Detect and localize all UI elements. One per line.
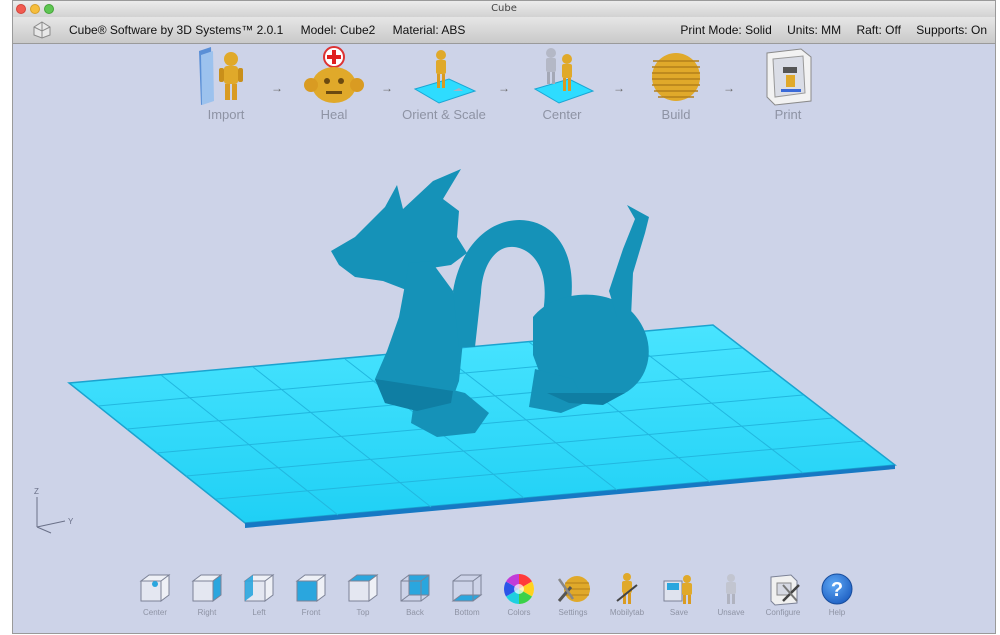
- unsave-figure-icon: [726, 574, 736, 604]
- configure-button[interactable]: Configure: [757, 571, 809, 617]
- layered-head-icon: [652, 53, 700, 101]
- tool-label: Save: [669, 608, 689, 617]
- help-button[interactable]: ? Help: [811, 571, 863, 617]
- tool-label: Back: [406, 608, 424, 617]
- center-view-button[interactable]: Center: [129, 571, 181, 617]
- raft-info: Raft: Off: [856, 23, 901, 37]
- step-print[interactable]: Print: [743, 45, 833, 122]
- view-top-cube-icon: [347, 574, 379, 602]
- step-center[interactable]: Center: [517, 45, 607, 122]
- step-arrow: →: [381, 81, 393, 95]
- save-figure-icon: [663, 575, 692, 604]
- tool-label: Unsave: [717, 608, 745, 617]
- tool-label: Right: [197, 608, 217, 617]
- minimize-window-button[interactable]: [30, 4, 40, 14]
- view-front-cube-icon: [295, 574, 327, 602]
- step-arrow: →: [613, 81, 625, 95]
- axis-indicator: [36, 497, 66, 534]
- axis-y-label: Y: [68, 517, 74, 526]
- step-arrow: →: [498, 81, 510, 95]
- tool-label: Settings: [558, 608, 588, 617]
- workflow-steps: Import → Heal → Orient & Scale → Center …: [13, 45, 995, 135]
- tool-label: Bottom: [454, 608, 480, 617]
- back-view-button[interactable]: Back: [389, 571, 441, 617]
- mobilytab-button[interactable]: Mobilytab: [601, 571, 653, 617]
- view-right-cube-icon: [191, 574, 223, 602]
- step-label: Heal: [320, 107, 348, 122]
- cube-logo-icon: [33, 21, 51, 39]
- left-view-button[interactable]: Left: [233, 571, 285, 617]
- folder-figure-icon: [199, 47, 243, 105]
- view-back-cube-icon: [400, 574, 430, 602]
- settings-button[interactable]: Settings: [547, 571, 599, 617]
- supports-info: Supports: On: [916, 23, 987, 37]
- save-button[interactable]: Save: [653, 571, 705, 617]
- figures-center-icon: [533, 48, 595, 104]
- material-info: Material: ABS: [392, 23, 466, 37]
- print-mode-info: Print Mode: Solid: [680, 23, 772, 37]
- medic-head-icon: [304, 46, 364, 103]
- right-view-button[interactable]: Right: [181, 571, 233, 617]
- front-view-button[interactable]: Front: [285, 571, 337, 617]
- view-center-cube-icon: [139, 574, 171, 602]
- tool-label: Colors: [507, 608, 531, 617]
- app-window: Cube Cube® Software by 3D Systems™ 2.0.1…: [12, 0, 996, 634]
- step-label: Center: [542, 107, 582, 122]
- step-heal[interactable]: Heal: [289, 45, 379, 122]
- view-bottom-cube-icon: [451, 574, 483, 602]
- model-info: Model: Cube2: [300, 23, 376, 37]
- title-bar: Cube: [13, 1, 995, 18]
- step-orient-scale[interactable]: Orient & Scale: [399, 45, 489, 122]
- view-left-cube-icon: [243, 574, 275, 602]
- close-window-button[interactable]: [16, 4, 26, 14]
- tool-label: Mobilytab: [609, 608, 645, 617]
- view-toolbar: Center Right Left Front Top Back Bottom …: [13, 571, 995, 633]
- tool-label: Front: [301, 608, 321, 617]
- step-arrow: →: [723, 81, 735, 95]
- zoom-window-button[interactable]: [44, 4, 54, 14]
- window-title: Cube: [491, 3, 517, 14]
- step-import[interactable]: Import: [181, 45, 271, 122]
- step-build[interactable]: Build: [631, 45, 721, 122]
- unsave-button[interactable]: Unsave: [705, 571, 757, 617]
- help-icon: ?: [821, 573, 853, 605]
- tool-label: Center: [142, 608, 167, 617]
- colors-button[interactable]: Colors: [493, 571, 545, 617]
- tool-label: Help: [828, 608, 846, 617]
- top-view-button[interactable]: Top: [337, 571, 389, 617]
- 3d-viewport[interactable]: Z Y: [13, 141, 995, 561]
- step-label: Orient & Scale: [402, 107, 486, 122]
- axis-z-label: Z: [34, 487, 39, 496]
- figure-tool-icon: [616, 573, 638, 604]
- svg-text:?: ?: [831, 579, 843, 601]
- bottom-view-button[interactable]: Bottom: [441, 571, 493, 617]
- printer-icon: [766, 48, 812, 106]
- step-label: Build: [661, 107, 691, 122]
- figure-on-plate-icon: [413, 50, 477, 104]
- settings-tools-icon: [557, 576, 590, 602]
- step-label: Print: [774, 107, 802, 122]
- tool-label: Configure: [765, 608, 801, 617]
- configure-printer-icon: [770, 574, 800, 606]
- units-info: Units: MM: [787, 23, 842, 37]
- info-bar: Cube® Software by 3D Systems™ 2.0.1 Mode…: [13, 17, 995, 44]
- tool-label: Top: [356, 608, 370, 617]
- tool-label: Left: [252, 608, 266, 617]
- color-wheel-icon: [503, 574, 535, 604]
- software-version: Cube® Software by 3D Systems™ 2.0.1: [69, 23, 284, 37]
- step-label: Import: [207, 107, 245, 122]
- step-arrow: →: [271, 81, 283, 95]
